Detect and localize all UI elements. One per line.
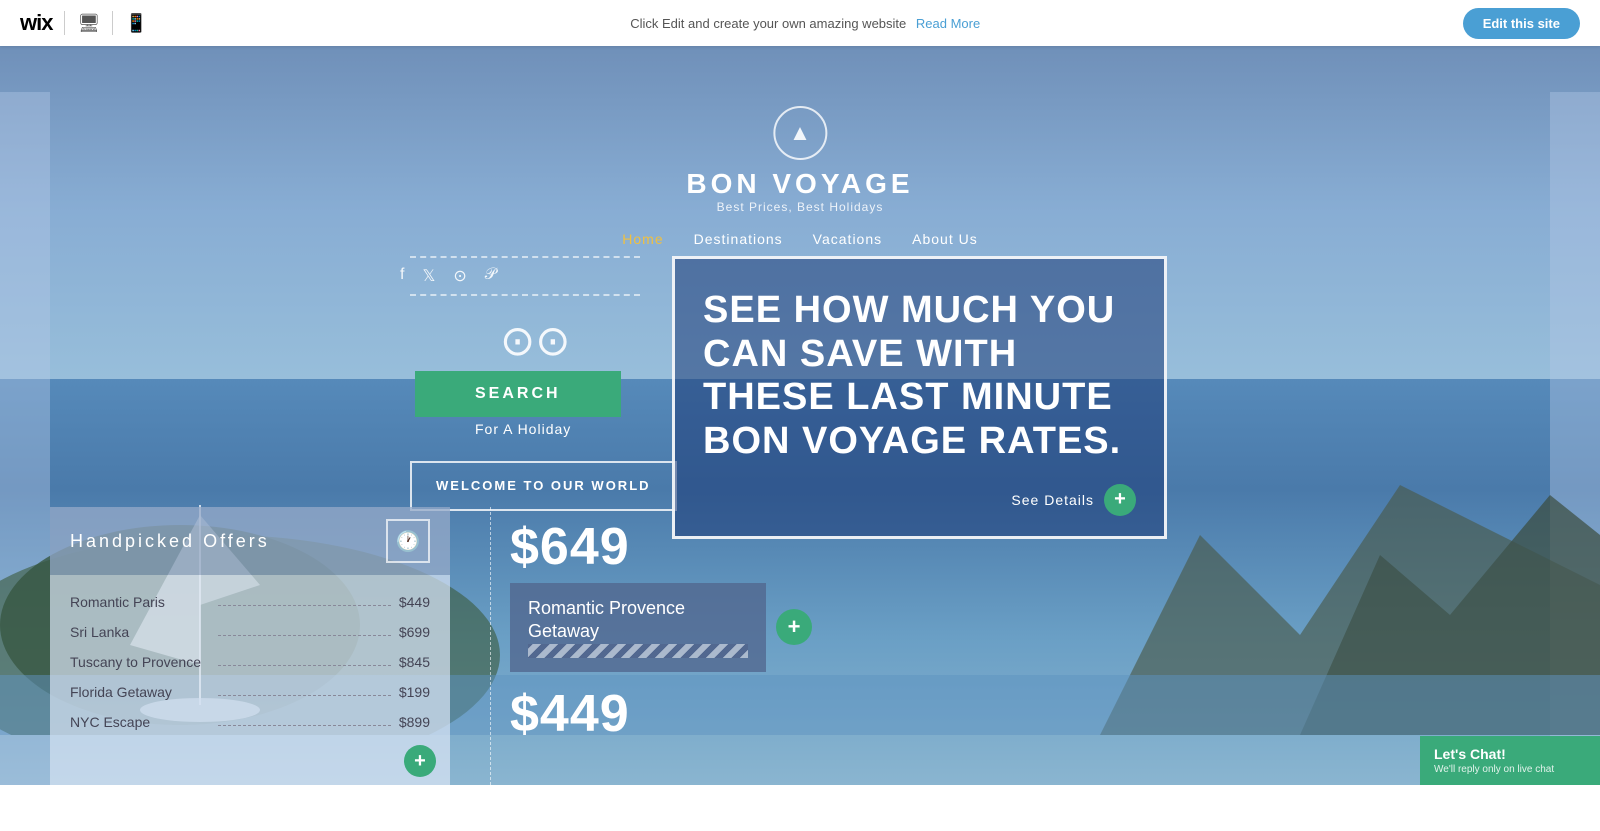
brand-tagline: Best Prices, Best Holidays	[686, 200, 913, 214]
see-details-label: See Details	[1011, 492, 1094, 508]
chat-subtitle: We'll reply only on live chat	[1434, 764, 1586, 775]
provence-card: Romantic ProvenceGetaway +	[510, 583, 1550, 672]
chat-title: Let's Chat!	[1434, 746, 1586, 762]
social-icons: f 𝕏 ⊙ 𝒫	[400, 266, 496, 286]
offer-price-1: $699	[399, 624, 430, 640]
edit-site-button[interactable]: Edit this site	[1463, 8, 1580, 39]
welcome-text: WELCOME TO OUR WORLD	[436, 478, 651, 493]
topbar-divider	[64, 11, 65, 35]
bottom-section: Handpicked Offers 🕐 Romantic Paris $449 …	[50, 507, 1550, 785]
twitter-icon[interactable]: 𝕏	[422, 266, 435, 286]
offer-name-1: Sri Lanka	[70, 624, 210, 640]
table-row: Florida Getaway $199	[70, 677, 430, 707]
nav-vacations[interactable]: Vacations	[813, 231, 882, 247]
table-row: Tuscany to Provence $845	[70, 647, 430, 677]
offer-dots-0	[218, 605, 391, 606]
nav-home[interactable]: Home	[622, 231, 663, 247]
offer-price-2: $845	[399, 654, 430, 670]
offers-add-row: +	[50, 737, 450, 785]
price-649: $649	[510, 517, 1550, 577]
chat-widget[interactable]: Let's Chat! We'll reply only on live cha…	[1420, 736, 1600, 785]
brand-name: BON VOYAGE	[686, 168, 913, 200]
facebook-icon[interactable]: f	[400, 266, 404, 286]
navigation: Home Destinations Vacations About Us	[622, 231, 977, 247]
offers-list: Romantic Paris $449 Sri Lanka $699 Tusca…	[50, 575, 450, 737]
offer-name-2: Tuscany to Provence	[70, 654, 210, 670]
dashed-line-top	[410, 256, 640, 258]
dashed-line-bottom	[410, 294, 640, 296]
mobile-icon[interactable]: 📱	[125, 13, 147, 34]
offers-add-button[interactable]: +	[404, 745, 436, 777]
offer-name-4: NYC Escape	[70, 714, 210, 730]
nav-destinations[interactable]: Destinations	[694, 231, 783, 247]
hero-text-box: SEE HOW MUCH YOU CAN SAVE WITH THESE LAS…	[672, 256, 1167, 539]
offers-title: Handpicked Offers	[70, 531, 270, 552]
provence-add-button[interactable]: +	[776, 609, 812, 645]
nav-about[interactable]: About Us	[912, 231, 978, 247]
table-row: NYC Escape $899	[70, 707, 430, 737]
hero-headline: SEE HOW MUCH YOU CAN SAVE WITH THESE LAS…	[703, 289, 1136, 464]
offer-name-3: Florida Getaway	[70, 684, 210, 700]
pinterest-icon[interactable]: 𝒫	[485, 266, 497, 286]
main-content: ▲ BON VOYAGE Best Prices, Best Holidays …	[0, 46, 1600, 785]
table-row: Romantic Paris $449	[70, 587, 430, 617]
offer-dots-3	[218, 695, 391, 696]
offer-dots-1	[218, 635, 391, 636]
stripe-pattern	[528, 644, 748, 658]
clock-icon: 🕐	[386, 519, 430, 563]
offer-price-3: $199	[399, 684, 430, 700]
topbar-left: wix 🖥 📱	[20, 10, 148, 36]
topbar-message: Click Edit and create your own amazing w…	[630, 16, 980, 31]
search-button[interactable]: SEARCH	[415, 371, 621, 417]
right-section: $649 Romantic ProvenceGetaway + $449	[450, 507, 1550, 785]
offers-header: Handpicked Offers 🕐	[50, 507, 450, 575]
desktop-icon[interactable]: 🖥	[77, 13, 100, 34]
price-449: $449	[510, 684, 1550, 744]
search-subtitle: For A Holiday	[475, 421, 571, 437]
provence-text: Romantic ProvenceGetaway	[510, 583, 766, 672]
offer-price-4: $899	[399, 714, 430, 730]
logo-area: ▲ BON VOYAGE Best Prices, Best Holidays	[686, 106, 913, 214]
read-more-link[interactable]: Read More	[916, 16, 980, 31]
binoculars-icon: ⊙⊙	[500, 316, 570, 365]
dashed-divider	[490, 507, 491, 785]
welcome-box[interactable]: WELCOME TO OUR WORLD	[410, 461, 677, 511]
instagram-icon[interactable]: ⊙	[453, 266, 466, 286]
wix-logo: wix	[20, 10, 52, 36]
offer-dots-4	[218, 725, 391, 726]
offer-price-0: $449	[399, 594, 430, 610]
offer-name-0: Romantic Paris	[70, 594, 210, 610]
compass-icon: ▲	[773, 106, 827, 160]
offer-dots-2	[218, 665, 391, 666]
table-row: Sri Lanka $699	[70, 617, 430, 647]
offers-panel: Handpicked Offers 🕐 Romantic Paris $449 …	[50, 507, 450, 785]
topbar-divider2	[112, 11, 113, 35]
provence-card-title: Romantic ProvenceGetaway	[528, 597, 748, 644]
